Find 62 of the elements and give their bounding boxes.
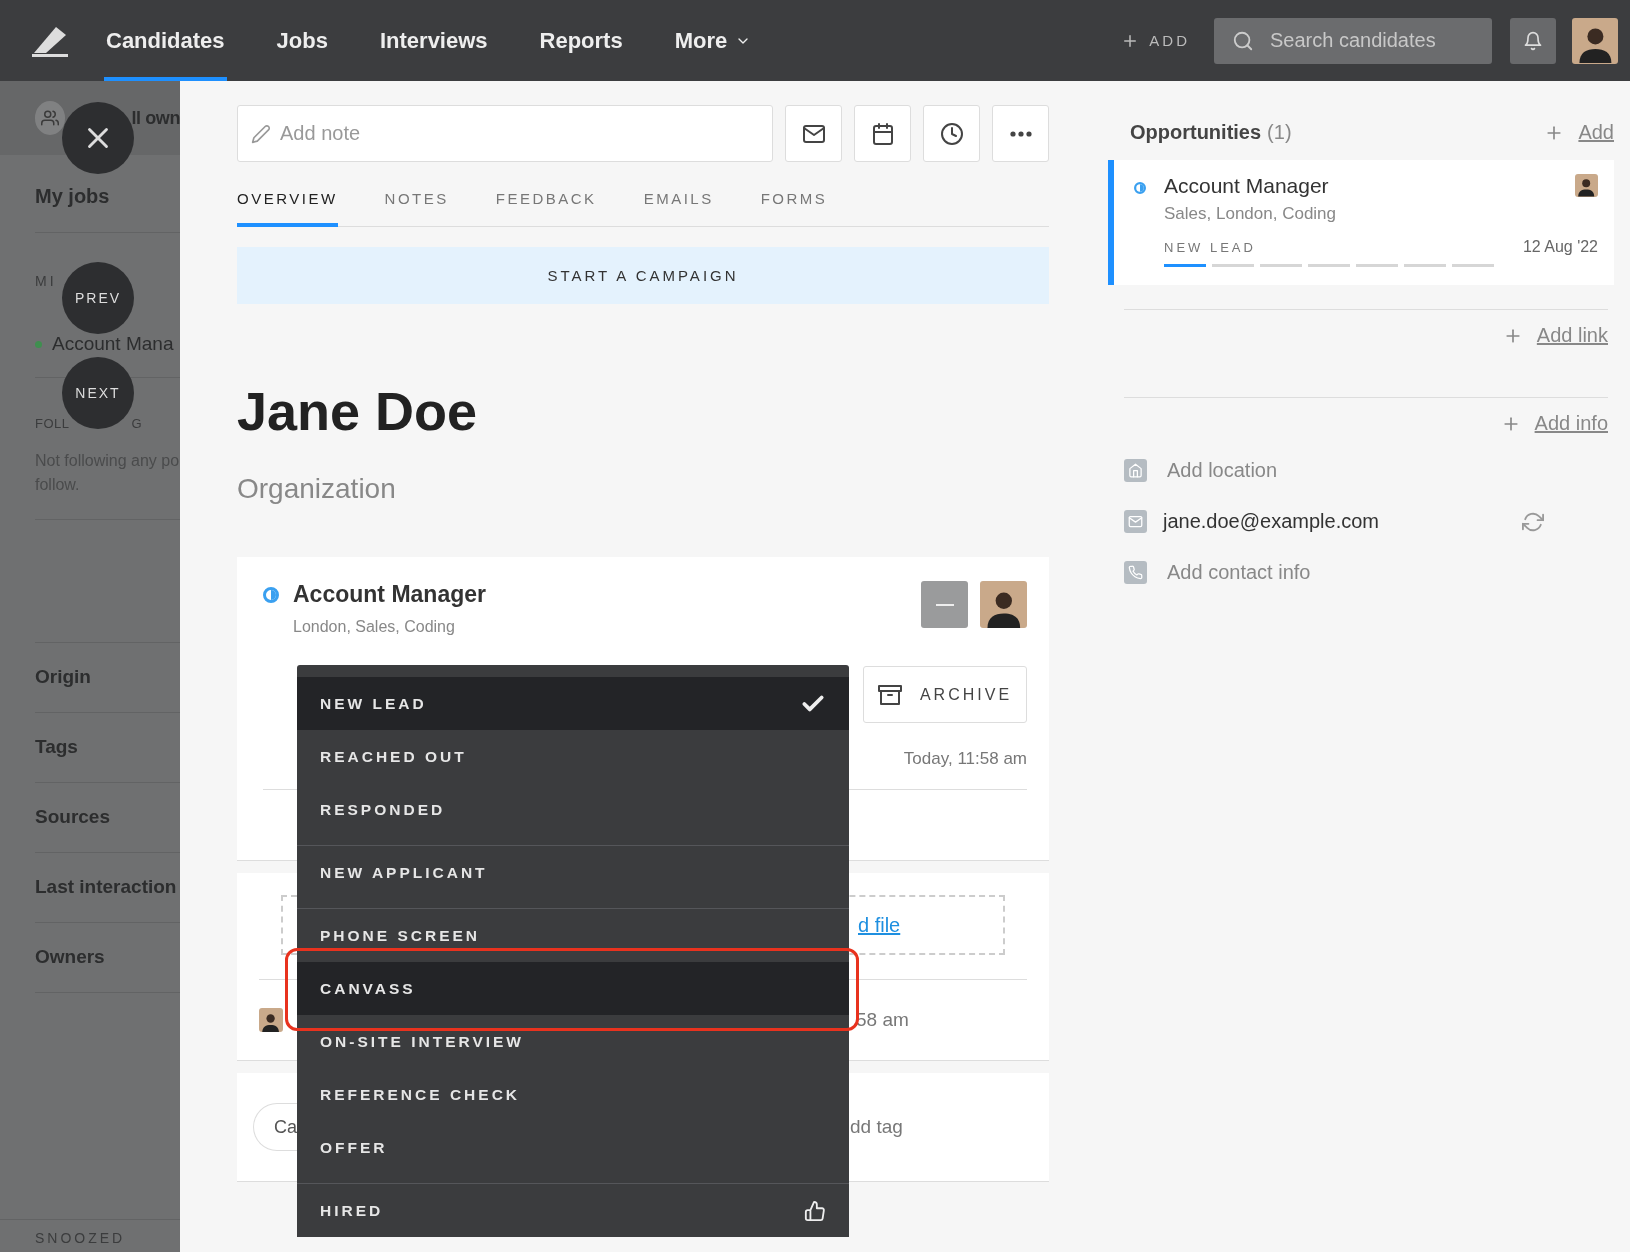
stage-option[interactable]: NEW LEAD [297,677,849,730]
date-text: 12 Aug '22 [1522,238,1598,256]
status-icon [263,587,279,603]
tab[interactable]: FORMS [760,190,828,227]
avatar [980,581,1027,628]
opportunity-tags: Sales, London, Coding [1164,204,1598,224]
count-text: (1) [1267,121,1292,144]
stage-option[interactable]: NEW APPLICANT [297,845,849,899]
stage-option[interactable]: ON-SITE INTERVIEW [297,1015,849,1068]
thumbs-up-icon [804,1199,826,1222]
home-icon [1124,459,1147,482]
opportunity-title: Account Manager [293,581,486,608]
phone-icon [1124,561,1147,584]
opportunity-tags: London, Sales, Coding [293,618,486,636]
note-field[interactable]: Add note [237,105,773,162]
stage-option[interactable]: REFERENCE CHECK [297,1068,849,1121]
stage-option[interactable]: CANVASS [297,962,849,1015]
more-button[interactable] [992,105,1049,162]
tab[interactable]: FEEDBACK [495,190,597,227]
minus-icon [935,603,954,606]
campaign-button[interactable]: START A CAMPAIGN [237,247,1049,304]
nav-tab[interactable]: More [672,0,754,81]
timestamp: Today, 11:58 am [903,749,1027,768]
alarm-button[interactable] [923,105,980,162]
users-icon [35,101,66,135]
contact-text[interactable]: jane.doe@example.com [1163,510,1379,533]
archive-button[interactable]: ARCHIVE [863,666,1027,723]
stage-label: NEW LEAD [1164,239,1256,255]
avatar[interactable] [1572,17,1618,64]
calendar-button[interactable] [854,105,911,162]
stage-option[interactable]: HIRED [297,1183,849,1237]
tag-chip[interactable]: Ca [253,1103,297,1151]
add-button[interactable]: ADD [1115,30,1196,51]
add-tag-text[interactable]: dd tag [850,1116,903,1138]
candidate-name: Jane Doe [237,380,479,442]
avatar [259,1008,283,1032]
nav-tab[interactable]: Interviews [377,0,490,81]
nav-tab[interactable]: Jobs [274,0,330,81]
calendar-icon [870,121,895,146]
clock-icon [939,121,964,146]
archive-icon [877,682,902,707]
stage-option[interactable]: OFFER [297,1121,849,1174]
upload-file-link[interactable]: d file [858,913,901,937]
search-field[interactable]: Search candidates [1214,17,1492,64]
email-button[interactable] [785,105,842,162]
organization-text: Organization [237,473,397,505]
tab[interactable]: NOTES [384,190,449,227]
avatar [1575,174,1598,197]
tab[interactable]: EMAILS [643,190,714,227]
refresh-icon[interactable] [1522,510,1544,533]
stage-option[interactable]: RESPONDED [297,783,849,836]
stage-option[interactable]: REACHED OUT [297,730,849,783]
nav-tab[interactable]: Reports [537,0,625,81]
sidebar-heading: ll own [131,107,180,129]
notifications-button[interactable] [1510,17,1556,64]
more-icon [1009,130,1032,137]
opportunity-title[interactable]: Account Manager [1164,174,1329,198]
mail-icon [1124,510,1147,533]
tab[interactable]: OVERVIEW [237,190,338,227]
status-icon [1134,182,1146,194]
bell-icon [1523,30,1543,51]
section-title: Opportunities [1130,121,1262,144]
